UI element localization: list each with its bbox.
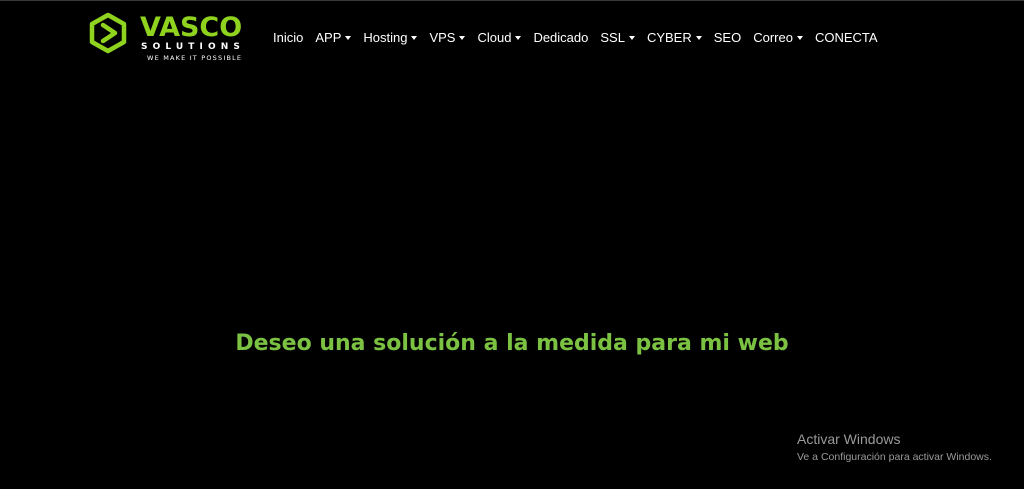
nav-item-label: APP xyxy=(315,30,342,45)
caret-down-icon xyxy=(459,36,466,40)
brand-name: VASCO xyxy=(140,12,243,43)
caret-down-icon xyxy=(628,36,635,40)
nav-item-label: Hosting xyxy=(363,30,408,45)
nav-item-label: Dedicado xyxy=(533,30,589,45)
nav-item-label: Cloud xyxy=(477,30,512,45)
main-nav: Inicio APP Hosting VPS Cloud Dedicado SS… xyxy=(267,26,884,50)
nav-item-hosting[interactable]: Hosting xyxy=(357,28,423,48)
caret-down-icon xyxy=(411,36,418,40)
nav-item-dedicado[interactable]: Dedicado xyxy=(527,28,594,48)
nav-item-seo[interactable]: SEO xyxy=(708,28,747,48)
nav-item-label: SEO xyxy=(713,30,742,45)
nav-item-conecta[interactable]: CONECTA xyxy=(809,28,884,48)
site-header: VASCO SOLUTIONS WE MAKE IT POSSIBLE Inic… xyxy=(0,0,1024,72)
nav-item-label: VPS xyxy=(429,30,456,45)
hexagon-play-icon xyxy=(89,12,127,54)
brand-logo[interactable]: VASCO SOLUTIONS WE MAKE IT POSSIBLE xyxy=(88,12,258,66)
windows-activation-watermark: Activar Windows Ve a Configuración para … xyxy=(797,430,1017,464)
nav-item-cyber[interactable]: CYBER xyxy=(641,28,708,48)
caret-down-icon xyxy=(695,36,702,40)
nav-item-app[interactable]: APP xyxy=(309,28,357,48)
nav-item-label: CYBER xyxy=(646,30,692,45)
watermark-title: Activar Windows xyxy=(797,431,901,447)
nav-item-correo[interactable]: Correo xyxy=(747,28,809,48)
caret-down-icon xyxy=(796,36,803,40)
page: VASCO SOLUTIONS WE MAKE IT POSSIBLE Inic… xyxy=(0,0,1024,489)
brand-sub: SOLUTIONS xyxy=(141,42,245,52)
caret-down-icon xyxy=(345,36,352,40)
brand-tagline: WE MAKE IT POSSIBLE xyxy=(147,54,243,62)
nav-item-vps[interactable]: VPS xyxy=(423,28,471,48)
nav-item-inicio[interactable]: Inicio xyxy=(267,28,309,48)
nav-item-label: SSL xyxy=(600,30,625,45)
hero-title: Deseo una solución a la medida para mi w… xyxy=(235,331,789,356)
watermark-subtitle: Ve a Configuración para activar Windows. xyxy=(797,451,992,463)
nav-item-label: Inicio xyxy=(273,30,304,45)
nav-item-cloud[interactable]: Cloud xyxy=(471,28,527,48)
caret-down-icon xyxy=(515,36,522,40)
nav-item-ssl[interactable]: SSL xyxy=(594,28,641,48)
nav-item-label: Correo xyxy=(753,30,793,45)
nav-item-label: CONECTA xyxy=(814,30,878,45)
